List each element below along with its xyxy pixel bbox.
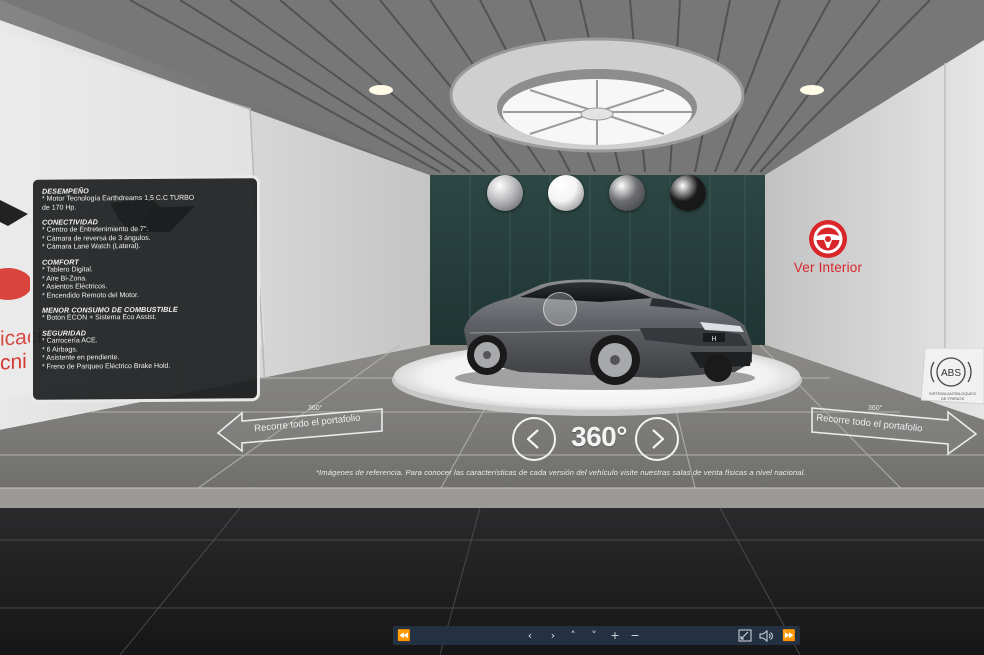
tour-left-360-label: 360° — [308, 405, 323, 412]
spec-section: CONECTIVIDAD * Centro de Entretenimiento … — [42, 217, 249, 252]
fullscreen-button[interactable]: ⤡ — [736, 626, 754, 645]
color-swatches — [487, 175, 709, 211]
minus-icon: − — [630, 629, 640, 642]
rotate-right-button[interactable] — [635, 417, 679, 461]
rewind-button[interactable]: ⏪ — [395, 626, 413, 645]
plus-icon: + — [610, 629, 620, 642]
sound-icon — [759, 629, 773, 642]
forward-button[interactable]: ⏩ — [780, 626, 798, 645]
disclaimer-text: *Imágenes de referencia. Para conocer la… — [316, 468, 806, 477]
abs-sign[interactable]: ABS SISTEMA ANTIBLOQUEO DE FRENOS — [921, 348, 984, 406]
specs-panel: DESEMPEÑO * Motor Tecnología Earthdreams … — [30, 175, 260, 403]
showroom-scene: H icacione cni DESEMPEÑO* Motor Tecnolog… — [0, 0, 984, 655]
abs-badge: ABS — [941, 368, 961, 379]
rewind-icon: ⏪ — [397, 629, 411, 642]
spec-line: * Cámara Lane Watch (Lateral). — [42, 243, 141, 252]
pan-left-button[interactable]: ‹ — [521, 626, 539, 645]
view-interior-button[interactable]: Ver Interior — [783, 218, 873, 280]
fullscreen-icon — [738, 629, 752, 642]
color-swatch-gray[interactable] — [609, 175, 645, 211]
spec-section: DESEMPEÑO * Motor Tecnología Earthdreams … — [42, 186, 249, 213]
spec-line: * Encendido Remoto del Motor. — [42, 291, 139, 300]
color-swatch-silver[interactable] — [487, 175, 523, 211]
pan-right-button[interactable]: › — [544, 626, 562, 645]
color-swatch-black[interactable] — [670, 175, 706, 211]
viewer-toolbar: ⏪ ‹ › ˄ ˅ + − ⤡ 🔈 ⏩ — [393, 626, 800, 645]
chevron-left-icon: ‹ — [527, 629, 533, 642]
chevron-down-icon: ˅ — [591, 629, 597, 642]
spec-section: COMFORT * Tablero Digital. * Aire Bi-Zona.… — [42, 257, 249, 301]
zoom-in-button[interactable]: + — [606, 626, 624, 645]
spec-section: MENOR CONSUMO DE COMBUSTIBLE * Botón ECON… — [42, 305, 249, 324]
chevron-right-icon: › — [550, 629, 556, 642]
sound-button[interactable]: 🔈 — [757, 626, 775, 645]
view-interior-label: Ver Interior — [793, 260, 863, 275]
svg-text:H: H — [711, 336, 716, 343]
pan-up-button[interactable]: ˄ — [564, 626, 582, 645]
chevron-right-icon — [652, 429, 665, 449]
abs-caption: SISTEMA ANTIBLOQUEO DE FRENOS — [921, 391, 984, 401]
spec-line: * Botón ECON + Sistema Eco Assist. — [42, 314, 157, 323]
chevron-left-icon — [526, 429, 539, 449]
tour-right-360-label: 360° — [868, 405, 883, 412]
spec-line: de 170 Hp. — [42, 204, 77, 212]
zoom-out-button[interactable]: − — [626, 626, 644, 645]
rotate-left-button[interactable] — [512, 417, 556, 461]
color-swatch-white[interactable] — [548, 175, 584, 211]
rotate-360-controls: 360° — [512, 417, 682, 465]
chevron-up-icon: ˄ — [570, 629, 576, 642]
spec-line: * Freno de Parqueo Eléctrico Brake Hold. — [42, 362, 171, 371]
spec-section: SEGURIDAD * Carrocería ACE. * 6 Airbags. * … — [42, 328, 249, 372]
tour-portfolio-left-sign[interactable]: 360° Recorre todo el portafolio — [216, 404, 386, 454]
rotate-360-label: 360° — [571, 421, 627, 452]
pan-down-button[interactable]: ˅ — [585, 626, 603, 645]
abs-caption-line2: DE FRENOS — [940, 395, 965, 401]
car-hotspot[interactable] — [543, 292, 577, 326]
tour-portfolio-right-sign[interactable]: 360° Recorre todo el portafolio — [808, 404, 980, 456]
forward-icon: ⏩ — [782, 629, 796, 642]
steering-wheel-icon — [809, 220, 847, 258]
